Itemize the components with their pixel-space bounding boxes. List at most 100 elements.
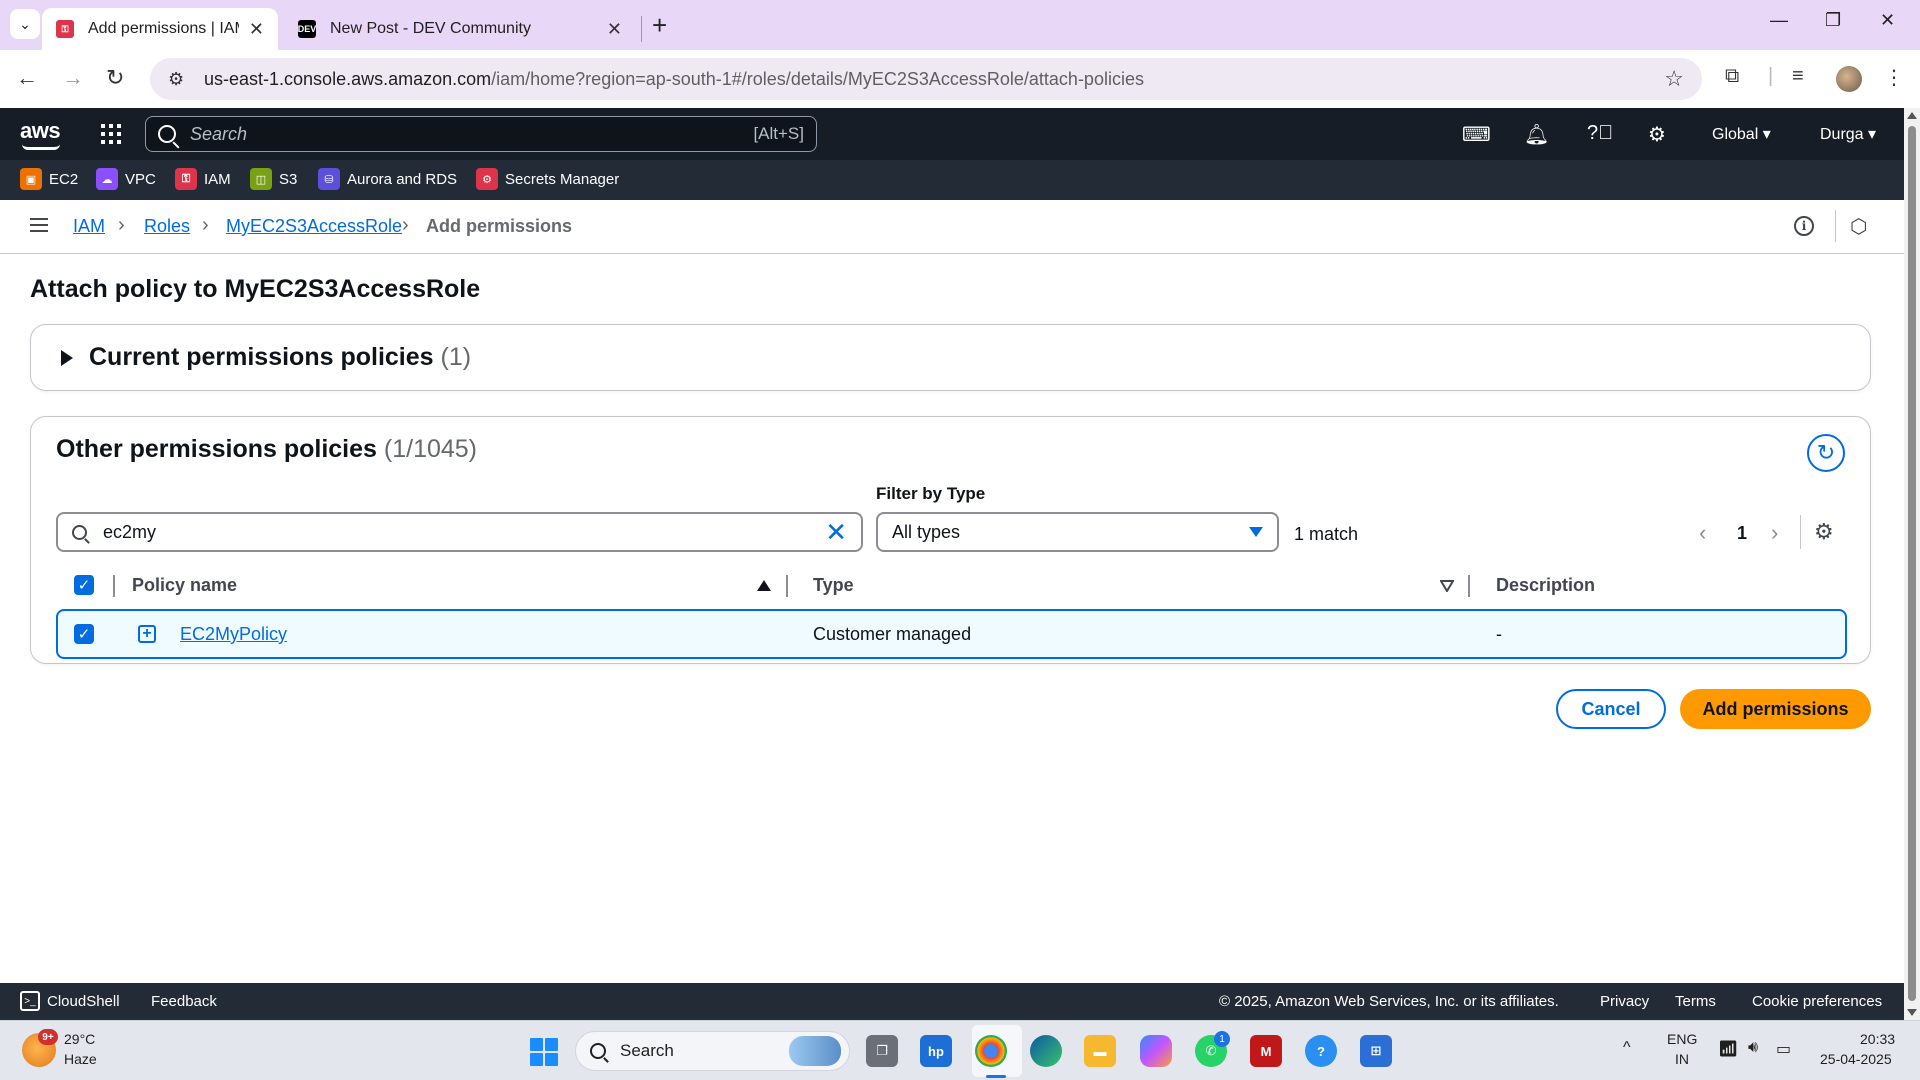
forward-icon[interactable]: → [62, 65, 84, 91]
tab-dev-community[interactable]: DEV New Post - DEV Community ✕ [284, 8, 636, 50]
cloudshell-icon[interactable]: >_ [20, 991, 40, 1011]
clock-date[interactable]: 25-04-2025 [1820, 1051, 1892, 1067]
reload-icon[interactable]: ↻ [106, 65, 124, 91]
weather-temperature[interactable]: 29°C [64, 1031, 95, 1047]
help-app-icon[interactable]: ? [1305, 1035, 1337, 1067]
breadcrumb-role[interactable]: MyEC2S3AccessRole [226, 216, 402, 237]
tab-add-permissions[interactable]: ⚿ Add permissions | IAM | Global ✕ [42, 8, 278, 50]
policy-search-input[interactable]: ec2my ✕ [56, 512, 863, 552]
aws-search-input[interactable]: Search [Alt+S] [145, 116, 817, 152]
add-permissions-button[interactable]: Add permissions [1680, 689, 1871, 729]
sort-descending-icon[interactable] [1440, 580, 1454, 592]
language-indicator[interactable]: ENG [1667, 1031, 1697, 1047]
refresh-icon[interactable]: ↻ [1807, 434, 1845, 472]
search-icon [72, 524, 87, 540]
copilot-icon[interactable] [1140, 1035, 1172, 1067]
battery-icon[interactable]: ▭ [1776, 1039, 1791, 1059]
cloudshell-link[interactable]: CloudShell [47, 993, 120, 1010]
cancel-button[interactable]: Cancel [1556, 689, 1666, 729]
mcafee-icon[interactable]: M [1250, 1035, 1282, 1067]
type-filter-select[interactable]: All types [876, 512, 1279, 552]
weather-condition[interactable]: Haze [64, 1051, 97, 1067]
breadcrumb-current: Add permissions [426, 216, 573, 236]
scroll-thumb[interactable] [1908, 126, 1916, 1001]
window-close-icon[interactable]: ✕ [1880, 10, 1895, 31]
tab-close-icon[interactable]: ✕ [249, 19, 264, 40]
show-hidden-icons-chevron-icon[interactable]: ^ [1623, 1039, 1631, 1057]
address-bar[interactable]: ⚙ us-east-1.console.aws.amazon.com/iam/h… [150, 58, 1702, 100]
terms-link[interactable]: Terms [1675, 993, 1716, 1010]
aws-logo[interactable]: aws [20, 118, 61, 144]
extensions-icon[interactable]: ⧉ [1725, 65, 1739, 88]
breadcrumb-roles[interactable]: Roles [144, 216, 190, 237]
file-explorer-icon[interactable]: ▬ [1084, 1035, 1116, 1067]
current-policies-count: (1) [440, 343, 472, 371]
bookmark-star-icon[interactable]: ☆ [1664, 66, 1684, 92]
scroll-up-arrow-icon[interactable] [1907, 112, 1917, 119]
scroll-down-arrow-icon[interactable] [1907, 1009, 1917, 1016]
expand-caret-icon[interactable] [61, 350, 73, 366]
whatsapp-badge: 1 [1214, 1031, 1230, 1047]
chrome-icon[interactable] [975, 1035, 1007, 1067]
taskbar-search[interactable]: Search [575, 1031, 850, 1071]
tab-close-icon[interactable]: ✕ [607, 19, 622, 40]
services-grid-icon[interactable] [101, 124, 121, 144]
help-icon[interactable]: ?⃝ [1587, 122, 1613, 145]
fav-label: VPC [125, 170, 156, 188]
select-all-checkbox[interactable]: ✓ [74, 575, 94, 595]
search-placeholder: Search [190, 123, 248, 144]
fav-s3[interactable]: ◫ S3 [250, 168, 297, 190]
minimize-icon[interactable]: — [1770, 10, 1788, 31]
info-icon[interactable]: i [1794, 216, 1814, 236]
policy-name-link[interactable]: EC2MyPolicy [180, 624, 287, 645]
column-header-type[interactable]: Type [813, 575, 854, 596]
expand-row-icon[interactable]: + [138, 625, 156, 643]
restore-icon[interactable]: ❐ [1825, 10, 1841, 31]
breadcrumb-iam[interactable]: IAM [73, 216, 105, 237]
current-policies-panel[interactable]: Current permissions policies (1) [30, 324, 1871, 391]
row-checkbox[interactable]: ✓ [74, 624, 94, 644]
language-region[interactable]: IN [1675, 1051, 1689, 1067]
clear-search-icon[interactable]: ✕ [825, 517, 847, 548]
privacy-link[interactable]: Privacy [1600, 993, 1649, 1010]
table-preferences-gear-icon[interactable]: ⚙ [1814, 519, 1834, 545]
table-row[interactable]: ✓ + EC2MyPolicy Customer managed - [56, 609, 1847, 659]
sort-ascending-icon[interactable] [757, 580, 771, 591]
notifications-bell-icon[interactable]: 🔔︎ [1524, 122, 1549, 147]
page-number[interactable]: 1 [1737, 523, 1747, 544]
cookie-preferences-link[interactable]: Cookie preferences [1752, 993, 1882, 1010]
media-controls-icon[interactable]: ≡ [1792, 65, 1804, 88]
account-menu[interactable]: Durga ▾ [1820, 124, 1876, 144]
edge-icon[interactable] [1030, 1035, 1062, 1067]
column-header-policy-name[interactable]: Policy name [132, 575, 237, 596]
volume-icon[interactable]: 🔊︎ [1748, 1039, 1758, 1057]
microsoft-store-icon[interactable]: ⊞ [1360, 1035, 1392, 1067]
wifi-icon[interactable]: 📶︎ [1718, 1039, 1738, 1059]
cloudshell-icon[interactable]: ⌨ [1462, 122, 1491, 147]
new-tab-icon[interactable]: + [652, 10, 667, 40]
fav-iam[interactable]: ⚿ IAM [175, 168, 231, 190]
site-settings-icon[interactable]: ⚙ [168, 69, 190, 90]
task-view-icon[interactable]: ❐ [866, 1035, 898, 1067]
page-scrollbar[interactable] [1904, 108, 1920, 1020]
hp-app-icon[interactable]: hp [920, 1035, 952, 1067]
column-header-description[interactable]: Description [1496, 575, 1595, 596]
previous-page-icon[interactable]: ‹ [1699, 520, 1706, 546]
fav-ec2[interactable]: ▣ EC2 [20, 168, 78, 190]
fav-vpc[interactable]: ☁ VPC [96, 168, 156, 190]
preferences-icon[interactable]: ⬡ [1850, 214, 1867, 239]
column-divider [113, 575, 115, 597]
region-selector[interactable]: Global ▾ [1712, 124, 1771, 144]
windows-start-icon[interactable] [530, 1038, 558, 1066]
clock-time[interactable]: 20:33 [1860, 1031, 1895, 1047]
next-page-icon[interactable]: › [1771, 520, 1778, 546]
chrome-menu-icon[interactable]: ⋮ [1884, 65, 1904, 90]
profile-avatar[interactable] [1836, 66, 1862, 92]
side-nav-menu-icon[interactable] [30, 218, 48, 232]
feedback-link[interactable]: Feedback [151, 993, 217, 1010]
fav-aurora-rds[interactable]: ⛁ Aurora and RDS [318, 168, 457, 190]
settings-gear-icon[interactable]: ⚙ [1648, 122, 1666, 147]
tab-search-chevron-icon[interactable]: ⌄ [10, 9, 40, 39]
fav-secrets-manager[interactable]: ⚙ Secrets Manager [476, 168, 619, 190]
back-icon[interactable]: ← [16, 65, 38, 91]
